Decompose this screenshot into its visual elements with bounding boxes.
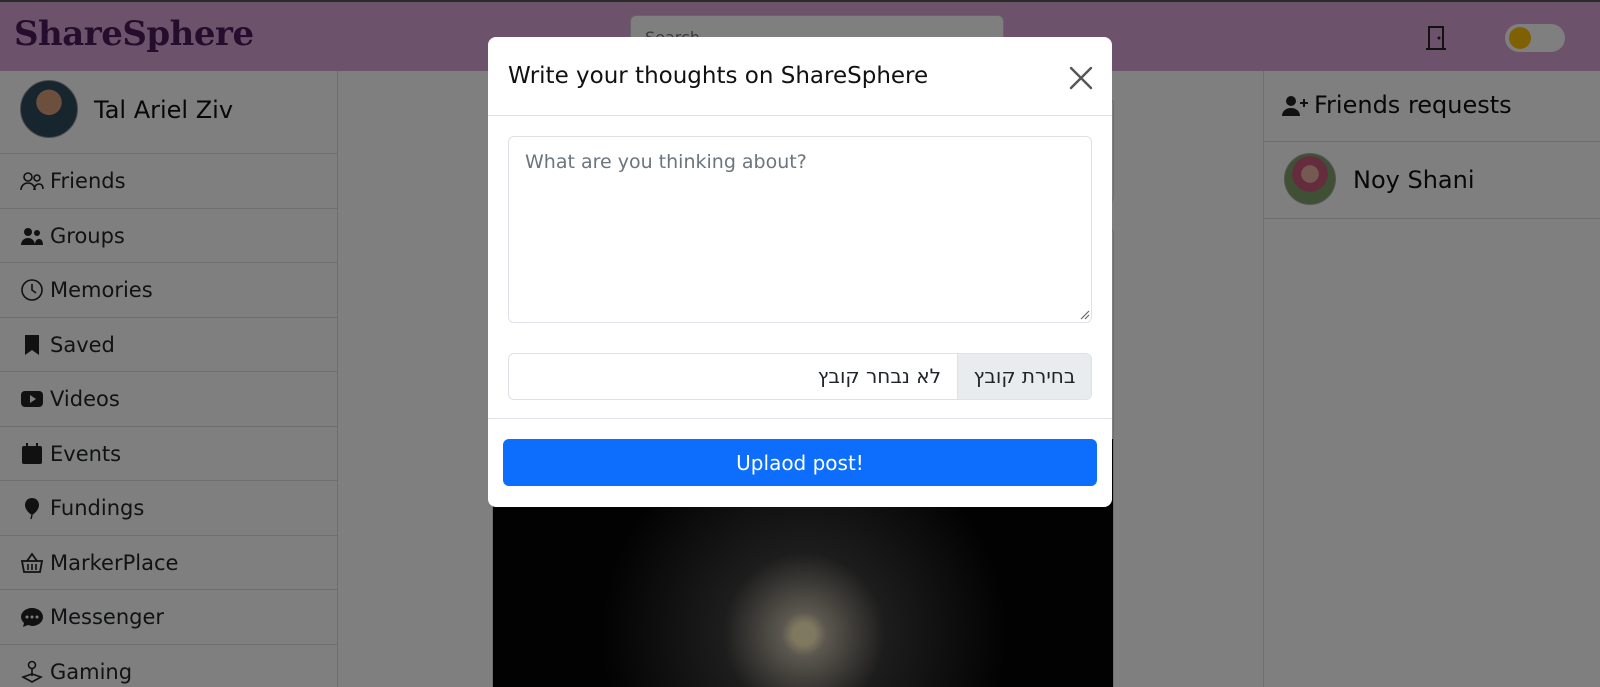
modal-header: Write your thoughts on ShareSphere	[488, 37, 1112, 116]
create-post-modal: Write your thoughts on ShareSphere בחירת…	[488, 37, 1112, 507]
file-status-text: לא נבחר קובץ	[817, 364, 941, 388]
modal-footer: Uplaod post!	[488, 419, 1112, 507]
upload-post-button[interactable]: Uplaod post!	[503, 439, 1097, 486]
resize-grip-icon[interactable]	[1078, 308, 1090, 320]
close-icon[interactable]	[1068, 65, 1094, 91]
file-upload-field[interactable]: בחירת קובץ לא נבחר קובץ	[508, 353, 1092, 400]
modal-title: Write your thoughts on ShareSphere	[508, 63, 929, 89]
choose-file-button[interactable]: בחירת קובץ	[957, 354, 1091, 399]
modal-body: בחירת קובץ לא נבחר קובץ	[488, 116, 1112, 419]
post-text-input[interactable]	[508, 136, 1092, 323]
